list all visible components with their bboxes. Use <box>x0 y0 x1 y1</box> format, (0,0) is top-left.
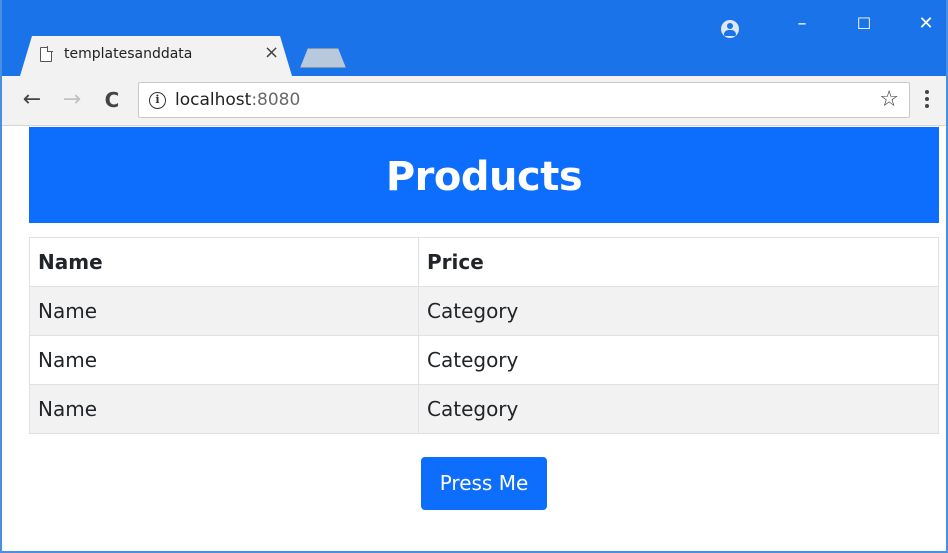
bookmark-star-icon[interactable]: ☆ <box>879 87 899 112</box>
minimize-icon[interactable]: – <box>788 14 816 34</box>
column-header-price: Price <box>418 237 939 287</box>
url-port: :8080 <box>251 90 301 110</box>
browser-window: templatesanddata × – ☐ ✕ ← → C i localho… <box>0 0 948 553</box>
maximize-icon[interactable]: ☐ <box>850 14 878 34</box>
url-text: localhost:8080 <box>175 90 300 110</box>
browser-menu-icon[interactable] <box>924 88 930 112</box>
table-row: Name Category <box>29 286 939 336</box>
column-header-name: Name <box>29 237 419 287</box>
new-tab-button[interactable] <box>300 48 346 68</box>
browser-toolbar: ← → C i localhost:8080 ☆ <box>2 76 946 126</box>
cell-price: Category <box>418 384 939 434</box>
browser-tab[interactable]: templatesanddata × <box>20 36 292 76</box>
address-bar[interactable]: i localhost:8080 ☆ <box>138 82 910 118</box>
cell-name: Name <box>29 335 419 385</box>
products-table: Name Price Name Category Name Category N… <box>29 237 939 434</box>
info-icon[interactable]: i <box>149 92 166 109</box>
table-row: Name Category <box>29 384 939 434</box>
profile-icon[interactable] <box>721 20 739 38</box>
table-header-row: Name Price <box>29 237 939 287</box>
back-icon[interactable]: ← <box>18 86 46 114</box>
tab-close-icon[interactable]: × <box>264 43 279 63</box>
cell-price: Category <box>418 335 939 385</box>
tab-title: templatesanddata <box>64 46 193 62</box>
forward-icon[interactable]: → <box>58 86 86 114</box>
page-content: Products Name Price Name Category Name C… <box>2 127 946 551</box>
press-me-button[interactable]: Press Me <box>421 457 547 510</box>
cell-name: Name <box>29 286 419 336</box>
reload-icon[interactable]: C <box>98 86 126 114</box>
cell-name: Name <box>29 384 419 434</box>
table-row: Name Category <box>29 335 939 385</box>
url-host: localhost <box>175 90 252 110</box>
page-banner: Products <box>29 127 939 223</box>
page-title: Products <box>385 154 583 200</box>
cell-price: Category <box>418 286 939 336</box>
title-bar: templatesanddata × – ☐ ✕ <box>2 0 946 76</box>
page-icon <box>40 46 53 62</box>
close-icon[interactable]: ✕ <box>912 14 940 34</box>
